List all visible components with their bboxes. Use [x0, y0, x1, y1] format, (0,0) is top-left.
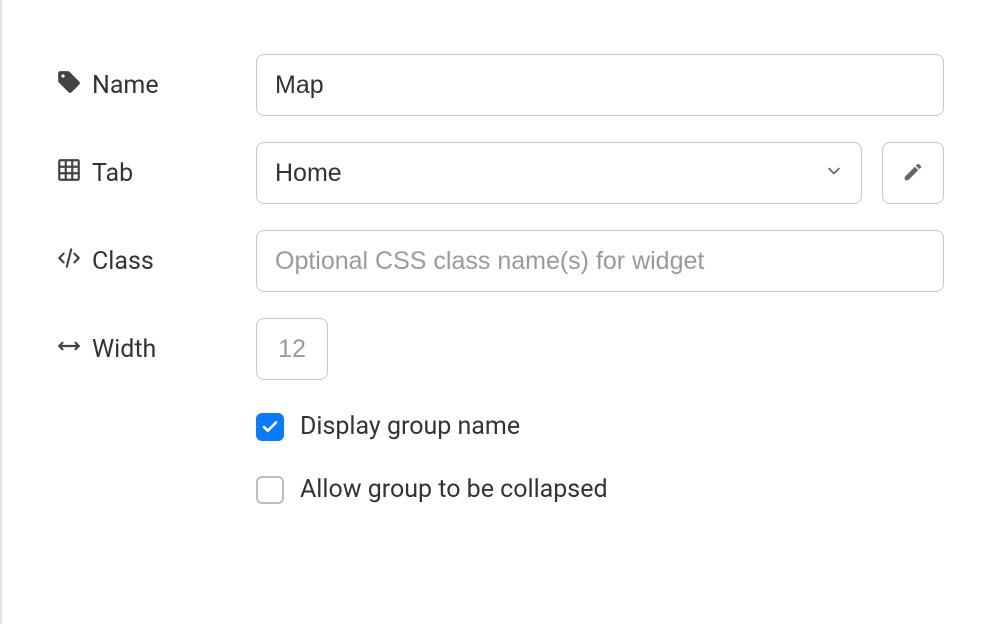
- width-label: Width: [92, 335, 156, 364]
- width-input[interactable]: [256, 318, 328, 380]
- pencil-icon: [902, 161, 924, 186]
- tag-icon: [56, 69, 82, 102]
- tab-row: Tab Home: [56, 142, 944, 204]
- name-label: Name: [92, 71, 159, 100]
- allow-collapse-row: Allow group to be collapsed: [256, 475, 944, 504]
- code-icon: [56, 245, 82, 278]
- class-input[interactable]: [256, 230, 944, 292]
- name-label-group: Name: [56, 69, 256, 102]
- arrows-horizontal-icon: [56, 333, 82, 366]
- width-row: Width: [56, 318, 944, 380]
- display-group-label: Display group name: [300, 412, 520, 441]
- allow-collapse-checkbox[interactable]: [256, 476, 284, 504]
- tab-select-wrap: Home: [256, 142, 862, 204]
- tab-select[interactable]: Home: [256, 142, 862, 204]
- name-row: Name: [56, 54, 944, 116]
- class-label: Class: [92, 247, 154, 276]
- width-label-group: Width: [56, 333, 256, 366]
- tab-label-group: Tab: [56, 157, 256, 190]
- tab-control: Home: [256, 142, 944, 204]
- allow-collapse-label: Allow group to be collapsed: [300, 475, 608, 504]
- grid-icon: [56, 157, 82, 190]
- class-label-group: Class: [56, 245, 256, 278]
- tab-label: Tab: [92, 159, 133, 188]
- edit-tab-button[interactable]: [882, 142, 944, 204]
- width-control: [256, 318, 944, 380]
- name-control: [256, 54, 944, 116]
- display-group-checkbox[interactable]: [256, 413, 284, 441]
- class-row: Class: [56, 230, 944, 292]
- widget-settings-form: Name Tab Home: [56, 54, 944, 504]
- name-input[interactable]: [256, 54, 944, 116]
- display-group-row: Display group name: [256, 412, 944, 441]
- class-control: [256, 230, 944, 292]
